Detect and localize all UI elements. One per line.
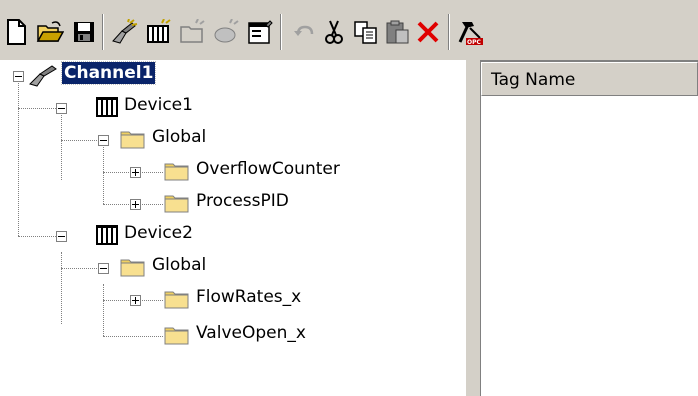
tree-view[interactable]: Channel1 Device1 Global OverflowCounter …	[0, 60, 465, 396]
save-button[interactable]	[70, 18, 98, 46]
channel-icon	[29, 65, 57, 87]
folder-icon	[120, 131, 145, 149]
tree-line	[61, 268, 99, 269]
expand-toggle[interactable]	[130, 199, 141, 210]
tree-line	[103, 336, 163, 337]
tree-line	[61, 108, 62, 180]
device-icon	[96, 225, 118, 245]
svg-text:OPC: OPC	[467, 39, 481, 46]
tag-list[interactable]: Tag Name	[481, 60, 698, 396]
new-channel-icon	[112, 19, 138, 44]
new-button[interactable]	[2, 18, 30, 46]
tree-line	[103, 284, 104, 336]
tree-node-valveopen[interactable]: ValveOpen_x	[194, 322, 308, 344]
tree-node-processpid[interactable]: ProcessPID	[194, 190, 291, 212]
tree-node-flowrates[interactable]: FlowRates_x	[194, 286, 303, 308]
folder-icon	[120, 259, 145, 277]
new-device-icon	[147, 19, 171, 43]
toolbar-separator	[280, 14, 282, 50]
properties-button[interactable]	[246, 18, 274, 46]
new-tag-icon	[214, 19, 239, 43]
delete-button[interactable]	[414, 18, 442, 46]
folder-icon	[164, 291, 189, 309]
toolbar-separator	[102, 14, 104, 50]
tree-node-global[interactable]: Global	[150, 254, 208, 276]
tree-line	[18, 108, 56, 109]
expand-toggle[interactable]	[130, 167, 141, 178]
paste-button[interactable]	[384, 18, 412, 46]
tree-node-overflowcounter[interactable]: OverflowCounter	[194, 158, 342, 180]
scissors-icon	[325, 20, 343, 44]
expand-toggle[interactable]	[130, 295, 141, 306]
tree-node-channel1[interactable]: Channel1	[60, 61, 157, 85]
pane-splitter[interactable]	[465, 60, 481, 396]
collapse-toggle[interactable]	[56, 103, 67, 114]
tree-line	[18, 236, 56, 237]
tree-line	[61, 140, 99, 141]
tree-line	[18, 76, 19, 236]
undo-button[interactable]	[290, 18, 318, 46]
save-disk-icon	[74, 22, 94, 42]
toolbar-separator	[448, 14, 450, 50]
collapse-toggle[interactable]	[13, 71, 24, 82]
new-tag-group-button[interactable]	[178, 18, 206, 46]
new-document-icon	[7, 19, 26, 45]
delete-x-icon	[417, 21, 439, 43]
tree-node-device1[interactable]: Device1	[122, 94, 195, 116]
open-folder-icon	[36, 21, 64, 42]
new-channel-button[interactable]	[110, 18, 138, 46]
new-tag-group-icon	[180, 19, 205, 43]
tree-node-global[interactable]: Global	[150, 126, 208, 148]
copy-button[interactable]	[352, 18, 380, 46]
folder-icon	[164, 195, 189, 213]
collapse-toggle[interactable]	[98, 135, 109, 146]
folder-icon	[164, 163, 189, 181]
collapse-toggle[interactable]	[98, 263, 109, 274]
opc-quick-client-button[interactable]: OPC	[456, 18, 484, 46]
collapse-toggle[interactable]	[56, 231, 67, 242]
folder-icon	[164, 327, 189, 345]
properties-icon	[248, 20, 273, 44]
tree-node-device2[interactable]: Device2	[122, 222, 195, 244]
device-icon	[96, 97, 118, 117]
opc-hammer-icon: OPC	[458, 22, 483, 46]
open-button[interactable]	[36, 18, 64, 46]
column-header-tag-name[interactable]: Tag Name	[481, 62, 698, 96]
new-tag-button[interactable]	[212, 18, 240, 46]
undo-icon	[294, 25, 314, 36]
paste-icon	[386, 20, 409, 44]
toolbar: OPC	[0, 0, 698, 60]
copy-icon	[354, 21, 377, 44]
tree-line	[61, 252, 62, 324]
new-device-button[interactable]	[144, 18, 172, 46]
cut-button[interactable]	[320, 18, 348, 46]
